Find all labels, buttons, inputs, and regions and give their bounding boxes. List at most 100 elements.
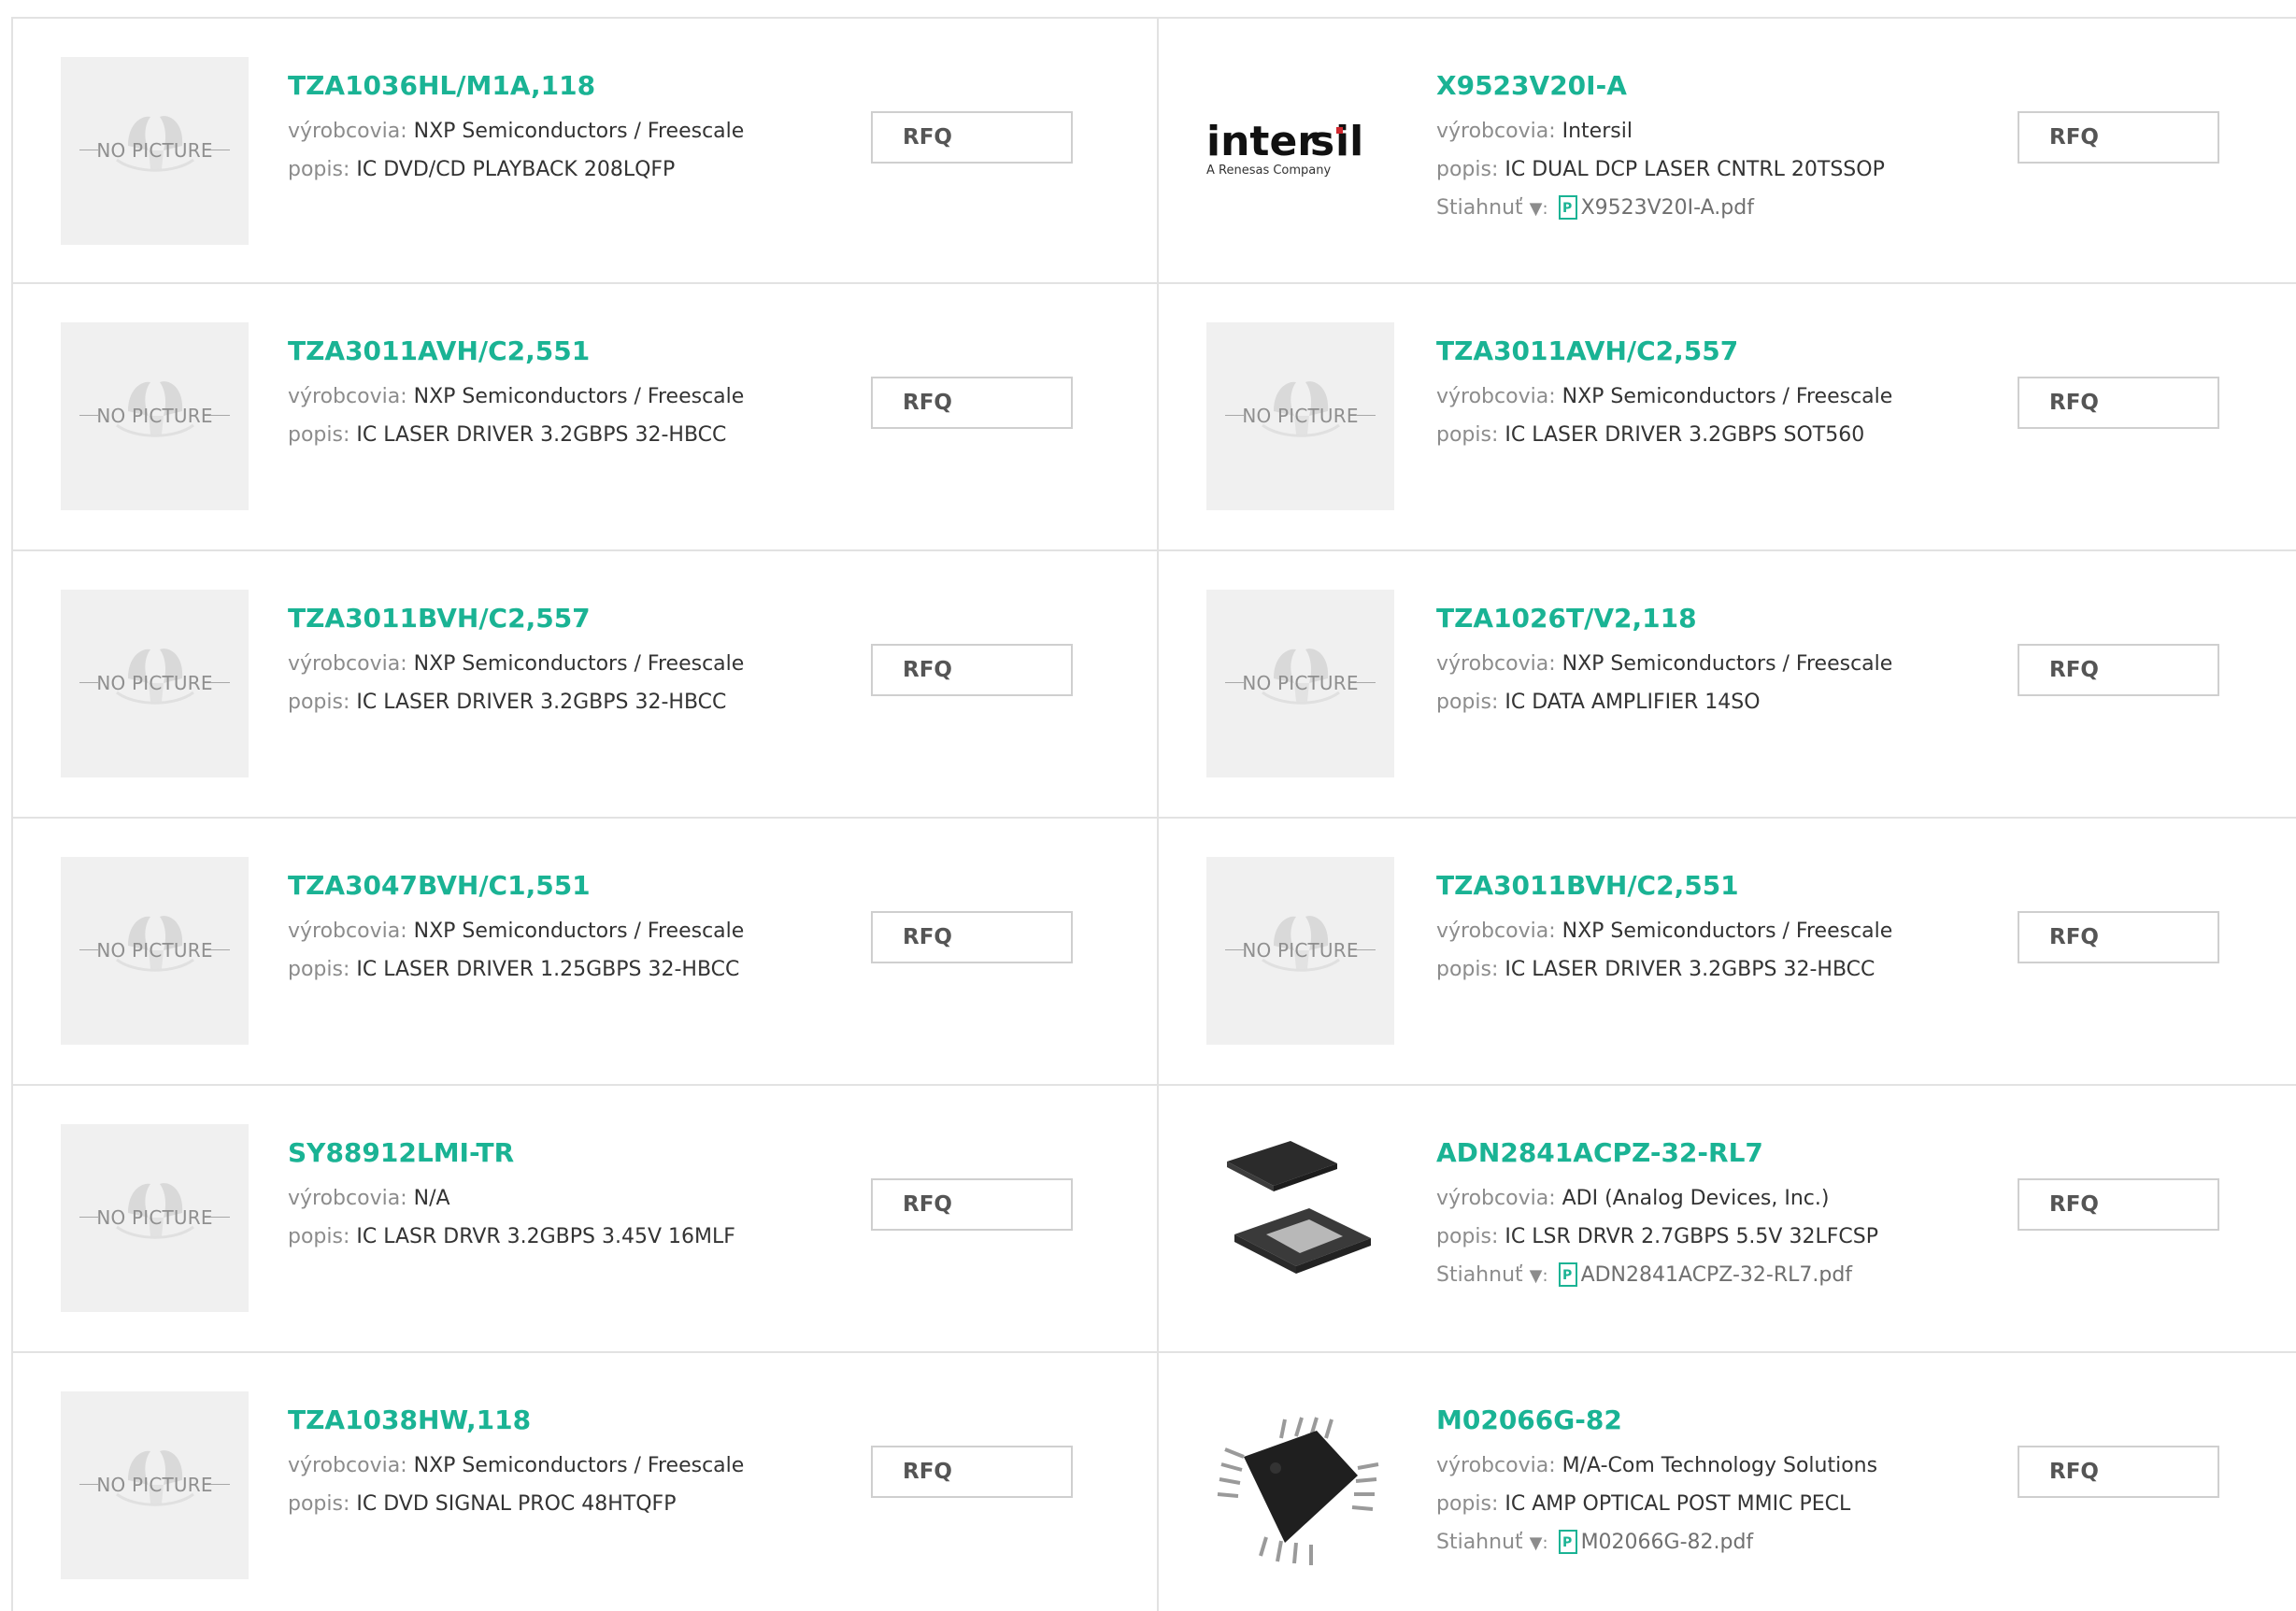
description-row: popis: IC LASER DRIVER 3.2GBPS 32-HBCC (1436, 950, 2062, 989)
part-number-link[interactable]: X9523V20I-A (1436, 67, 2062, 105)
rfq-button[interactable]: RFQ (2018, 111, 2219, 164)
product-image[interactable]: NO PICTURE (1206, 322, 1394, 510)
datasheet-link[interactable]: ADN2841ACPZ-32-RL7.pdf (1581, 1263, 1853, 1287)
product-info: M02066G-82 výrobcovia: M/A-Com Technolog… (1436, 1402, 2062, 1561)
download-row: Stiahnuť ▼: P ADN2841ACPZ-32-RL7.pdf (1436, 1256, 2062, 1294)
description-row: popis: IC AMP OPTICAL POST MMIC PECL (1436, 1485, 2062, 1523)
rfq-button[interactable]: RFQ (2018, 911, 2219, 963)
datasheet-link[interactable]: X9523V20I-A.pdf (1581, 196, 1754, 220)
no-picture-placeholder: NO PICTURE (1206, 857, 1394, 1045)
description-value: IC LASER DRIVER 3.2GBPS 32-HBCC (356, 691, 727, 714)
rfq-button[interactable]: RFQ (2018, 644, 2219, 696)
rfq-button[interactable]: RFQ (2018, 1178, 2219, 1231)
part-number-link[interactable]: M02066G-82 (1436, 1402, 2062, 1439)
product-image[interactable]: NO PICTURE (1206, 857, 1394, 1045)
download-label: Stiahnuť (1436, 1263, 1523, 1287)
description-row: popis: IC DATA AMPLIFIER 14SO (1436, 683, 2062, 721)
part-number-link[interactable]: TZA3011AVH/C2,551 (288, 333, 923, 370)
product-image[interactable]: NO PICTURE (61, 57, 249, 245)
svg-text:inter: inter (1206, 118, 1318, 165)
rfq-button[interactable]: RFQ (2018, 377, 2219, 429)
no-picture-placeholder: NO PICTURE (61, 1124, 249, 1312)
product-image[interactable]: NO PICTURE (61, 590, 249, 777)
description-value: IC LASR DRVR 3.2GBPS 3.45V 16MLF (356, 1225, 735, 1248)
product-image[interactable] (1206, 1124, 1394, 1312)
product-image[interactable]: NO PICTURE (61, 857, 249, 1045)
manufacturer-label: výrobcovia: (1436, 1187, 1556, 1210)
product-info: TZA3047BVH/C1,551 výrobcovia: NXP Semico… (288, 867, 923, 989)
manufacturer-value: ADI (Analog Devices, Inc.) (1562, 1187, 1830, 1210)
no-picture-label: NO PICTURE (96, 405, 213, 427)
description-label: popis: (288, 958, 350, 981)
product-card: ADN2841ACPZ-32-RL7 výrobcovia: ADI (Anal… (1159, 1086, 2296, 1353)
intersil-logo-sub: A Renesas Company (1206, 164, 1332, 178)
part-number-link[interactable]: TZA3047BVH/C1,551 (288, 867, 923, 905)
manufacturer-value: NXP Semiconductors / Freescale (413, 652, 745, 676)
part-number-link[interactable]: TZA3011BVH/C2,551 (1436, 867, 2062, 905)
product-card: inter s il A Renesas Company X9523V20I-A… (1159, 19, 2296, 284)
description-label: popis: (1436, 958, 1499, 981)
qfn-chip-icon (1227, 1141, 1371, 1274)
manufacturer-value: NXP Semiconductors / Freescale (1562, 652, 1893, 676)
manufacturer-row: výrobcovia: NXP Semiconductors / Freesca… (288, 112, 923, 150)
product-card: NO PICTURE TZA1038HW,118 výrobcovia: NXP… (13, 1353, 1159, 1611)
part-number-link[interactable]: TZA3011BVH/C2,557 (288, 600, 923, 637)
manufacturer-row: výrobcovia: NXP Semiconductors / Freesca… (288, 1447, 923, 1485)
pdf-file-icon: P (1558, 1530, 1577, 1554)
product-image[interactable]: NO PICTURE (61, 1391, 249, 1579)
product-card: NO PICTURE TZA3011BVH/C2,557 výrobcovia:… (13, 551, 1159, 819)
rfq-button[interactable]: RFQ (871, 644, 1073, 696)
part-number-link[interactable]: TZA1036HL/M1A,118 (288, 67, 923, 105)
rfq-button[interactable]: RFQ (871, 1178, 1073, 1231)
product-image[interactable]: inter s il A Renesas Company (1206, 57, 1394, 245)
datasheet-link[interactable]: M02066G-82.pdf (1581, 1531, 1754, 1554)
no-picture-label: NO PICTURE (96, 1474, 213, 1496)
product-card: NO PICTURE TZA3047BVH/C1,551 výrobcovia:… (13, 819, 1159, 1086)
part-number-link[interactable]: TZA3011AVH/C2,557 (1436, 333, 2062, 370)
part-number-link[interactable]: TZA1026T/V2,118 (1436, 600, 2062, 637)
product-image[interactable]: NO PICTURE (61, 322, 249, 510)
qfp-chip-icon (1217, 1417, 1379, 1565)
rfq-button[interactable]: RFQ (871, 377, 1073, 429)
part-number-link[interactable]: TZA1038HW,118 (288, 1402, 923, 1439)
no-picture-placeholder: NO PICTURE (61, 322, 249, 510)
manufacturer-label: výrobcovia: (1436, 120, 1556, 143)
description-value: IC AMP OPTICAL POST MMIC PECL (1505, 1492, 1851, 1516)
no-picture-label: NO PICTURE (1242, 405, 1359, 427)
svg-text:P: P (1562, 1535, 1572, 1550)
svg-text:P: P (1562, 201, 1572, 216)
product-image[interactable]: NO PICTURE (1206, 590, 1394, 777)
description-value: IC LASER DRIVER 3.2GBPS 32-HBCC (356, 423, 727, 447)
part-number-link[interactable]: SY88912LMI-TR (288, 1134, 923, 1172)
part-number-link[interactable]: ADN2841ACPZ-32-RL7 (1436, 1134, 2062, 1172)
manufacturer-row: výrobcovia: NXP Semiconductors / Freesca… (288, 378, 923, 416)
rfq-button[interactable]: RFQ (871, 911, 1073, 963)
download-row: Stiahnuť ▼: P X9523V20I-A.pdf (1436, 189, 2062, 227)
product-card: NO PICTURE TZA1026T/V2,118 výrobcovia: N… (1159, 551, 2296, 819)
rfq-button[interactable]: RFQ (871, 111, 1073, 164)
product-image[interactable] (1206, 1391, 1394, 1579)
description-label: popis: (288, 1492, 350, 1516)
manufacturer-label: výrobcovia: (1436, 652, 1556, 676)
manufacturer-row: výrobcovia: NXP Semiconductors / Freesca… (288, 645, 923, 683)
description-value: IC DVD SIGNAL PROC 48HTQFP (356, 1492, 677, 1516)
download-label: Stiahnuť (1436, 1531, 1523, 1554)
manufacturer-value: NXP Semiconductors / Freescale (413, 120, 745, 143)
description-value: IC DVD/CD PLAYBACK 208LQFP (356, 158, 676, 181)
manufacturer-value: M/A-Com Technology Solutions (1562, 1454, 1878, 1477)
product-card: M02066G-82 výrobcovia: M/A-Com Technolog… (1159, 1353, 2296, 1611)
product-info: TZA1038HW,118 výrobcovia: NXP Semiconduc… (288, 1402, 923, 1523)
product-card: NO PICTURE TZA1036HL/M1A,118 výrobcovia:… (13, 19, 1159, 284)
rfq-button[interactable]: RFQ (2018, 1446, 2219, 1498)
no-picture-placeholder: NO PICTURE (61, 590, 249, 777)
manufacturer-label: výrobcovia: (288, 1454, 407, 1477)
rfq-button[interactable]: RFQ (871, 1446, 1073, 1498)
description-label: popis: (288, 691, 350, 714)
manufacturer-row: výrobcovia: NXP Semiconductors / Freesca… (1436, 645, 2062, 683)
manufacturer-label: výrobcovia: (1436, 1454, 1556, 1477)
manufacturer-row: výrobcovia: NXP Semiconductors / Freesca… (1436, 912, 2062, 950)
manufacturer-label: výrobcovia: (1436, 920, 1556, 943)
manufacturer-value: N/A (413, 1187, 450, 1210)
product-image[interactable]: NO PICTURE (61, 1124, 249, 1312)
download-arrow-icon: ▼: (1529, 1533, 1548, 1553)
